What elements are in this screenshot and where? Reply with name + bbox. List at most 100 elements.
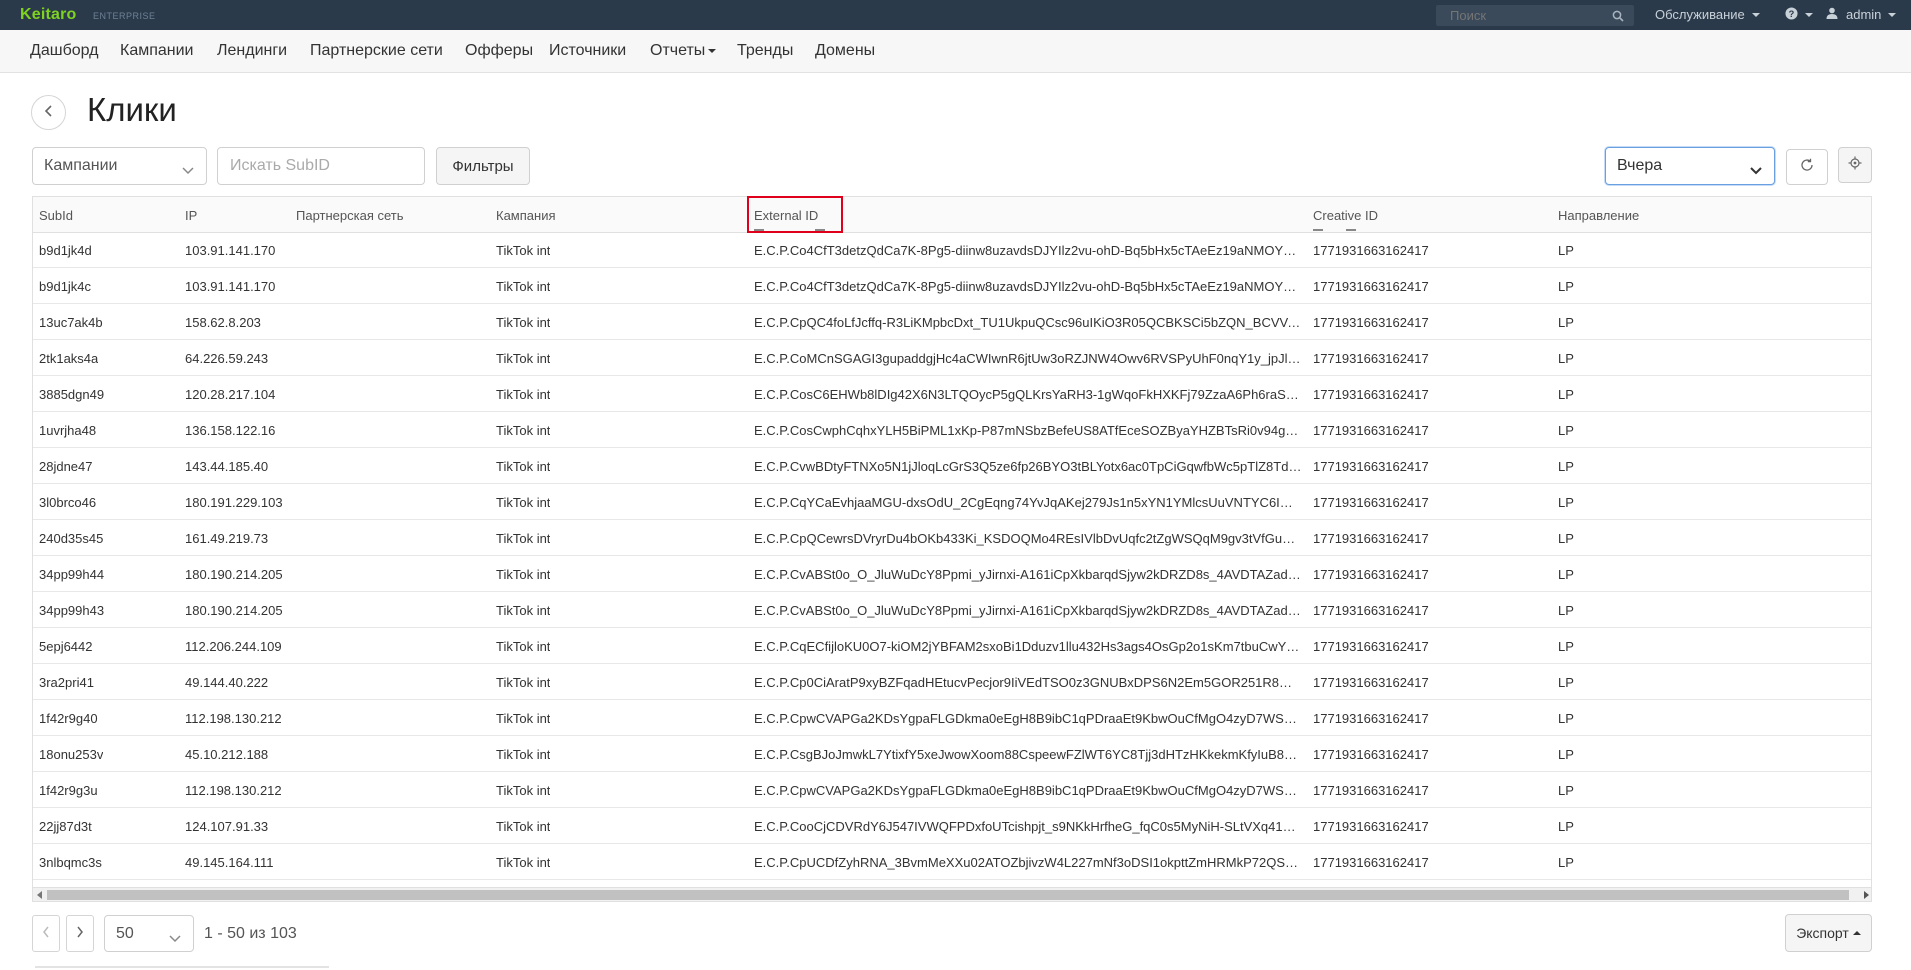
table-header: SubId IP Партнерская сеть Кампания Exter… xyxy=(33,197,1871,233)
nav-trends[interactable]: Тренды xyxy=(737,42,793,60)
cell-subid: 34pp99h44 xyxy=(39,567,105,582)
table-row[interactable]: 13uc7ak4b 158.62.8.203 TikTok int E.C.P.CpQ… xyxy=(33,304,1871,340)
campaigns-select-value: Кампании xyxy=(44,157,118,174)
table-row[interactable]: 3885dgn49 120.28.217.104 TikTok int E.C.P.C… xyxy=(33,376,1871,412)
cell-campaign: TikTok int xyxy=(496,855,551,870)
subid-search-input[interactable] xyxy=(218,148,424,184)
cell-external-id: E.C.P.CqYCaEvhjaaMGU-dxsOdU_2CgEqng74YvJ… xyxy=(754,495,1302,510)
horizontal-scrollbar[interactable] xyxy=(33,887,1871,901)
cell-creative-id: 1771931663162417 xyxy=(1313,495,1429,510)
cell-ip: 45.10.212.188 xyxy=(185,747,269,762)
global-search-input[interactable] xyxy=(1436,5,1606,26)
cell-direction: LP xyxy=(1558,819,1574,834)
filters-button[interactable]: Фильтры xyxy=(436,147,530,185)
table-row[interactable]: 5epj6442 112.206.244.109 TikTok int E.C.P.C… xyxy=(33,628,1871,664)
cell-direction: LP xyxy=(1558,675,1574,690)
table-row[interactable]: 28jdne47 143.44.185.40 TikTok int E.C.P.Cvw… xyxy=(33,448,1871,484)
search-icon[interactable] xyxy=(1612,9,1624,27)
nav-affiliate-networks[interactable]: Партнерские сети xyxy=(310,42,443,60)
settings-icon xyxy=(1848,156,1862,174)
brand-logo[interactable]: Keitaro xyxy=(20,6,77,24)
cell-creative-id: 1771931663162417 xyxy=(1313,783,1429,798)
nav-domains[interactable]: Домены xyxy=(815,42,875,60)
table-row[interactable]: 2tk1aks4a 64.226.59.243 TikTok int E.C.P.Co… xyxy=(33,340,1871,376)
cell-subid: 34pp99h43 xyxy=(39,603,105,618)
col-direction[interactable]: Направление xyxy=(1558,208,1639,223)
cell-external-id: E.C.P.CosC6EHWb8lDIg42X6N3LTQOycP5gQLKrs… xyxy=(754,387,1302,402)
help-menu[interactable]: ? xyxy=(1785,7,1813,23)
table-row[interactable]: 3ra2pri41 49.144.40.222 TikTok int E.C.P.Cp… xyxy=(33,664,1871,700)
table-row[interactable]: 34pp99h44 180.190.214.205 TikTok int E.C.P.… xyxy=(33,556,1871,592)
user-menu[interactable]: admin xyxy=(1826,7,1897,22)
scroll-right-icon[interactable] xyxy=(1864,891,1869,899)
table-row[interactable]: 18onu253v 45.10.212.188 TikTok int E.C.P.Cs… xyxy=(33,736,1871,772)
cell-subid: 3ra2pri41 xyxy=(39,675,94,690)
table-row[interactable]: 22jj87d3t 124.107.91.33 TikTok int E.C.P.Co… xyxy=(33,808,1871,844)
nav-campaigns[interactable]: Кампании xyxy=(120,42,194,60)
cell-external-id: E.C.P.CpUCDfZyhRNA_3BvmMeXXu02ATOZbjivzW… xyxy=(754,855,1302,870)
subid-search[interactable] xyxy=(217,147,425,185)
table-row[interactable]: 1f42r9g3u 112.198.130.212 TikTok int E.C.P.… xyxy=(33,772,1871,808)
columns-settings-button[interactable] xyxy=(1838,147,1872,183)
table-row[interactable]: 240d35s45 161.49.219.73 TikTok int E.C.P.Cp… xyxy=(33,520,1871,556)
cell-campaign: TikTok int xyxy=(496,351,551,366)
cell-creative-id: 1771931663162417 xyxy=(1313,855,1429,870)
export-button[interactable]: Экспорт xyxy=(1785,914,1872,952)
cell-external-id: E.C.P.Co4CfT3detzQdCa7K-8Pg5-diinw8uzavd… xyxy=(754,243,1302,258)
table-row[interactable]: 1f42r9g40 112.198.130.212 TikTok int E.C.P.… xyxy=(33,700,1871,736)
cell-direction: LP xyxy=(1558,531,1574,546)
nav-offers[interactable]: Офферы xyxy=(465,42,533,60)
cell-ip: 158.62.8.203 xyxy=(185,315,261,330)
cell-creative-id: 1771931663162417 xyxy=(1313,423,1429,438)
next-page-button[interactable] xyxy=(66,915,94,952)
col-subid[interactable]: SubId xyxy=(39,208,73,223)
cell-direction: LP xyxy=(1558,495,1574,510)
nav-dashboard[interactable]: Дашборд xyxy=(30,42,99,60)
cell-subid: 5epj6442 xyxy=(39,639,93,654)
cell-ip: 180.190.214.205 xyxy=(185,603,283,618)
scrollbar-thumb[interactable] xyxy=(47,890,1849,900)
table-row[interactable]: 3l0brco46 180.191.229.103 TikTok int E.C.P.… xyxy=(33,484,1871,520)
cell-subid: 1uvrjha48 xyxy=(39,423,97,438)
refresh-button[interactable] xyxy=(1786,149,1828,185)
divider xyxy=(35,966,329,968)
col-creative-id[interactable]: Creative ID xyxy=(1313,208,1378,223)
nav-reports[interactable]: Отчеты xyxy=(650,42,717,60)
col-ip[interactable]: IP xyxy=(185,208,197,223)
cell-direction: LP xyxy=(1558,315,1574,330)
chevron-right-icon xyxy=(76,925,84,943)
table-row[interactable]: b9d1jk4c 103.91.141.170 TikTok int E.C.P.Co… xyxy=(33,268,1871,304)
refresh-icon xyxy=(1800,158,1814,176)
service-menu[interactable]: Обслуживание xyxy=(1655,7,1760,22)
cell-creative-id: 1771931663162417 xyxy=(1313,747,1429,762)
cell-ip: 103.91.141.170 xyxy=(185,243,276,258)
global-search[interactable] xyxy=(1436,5,1634,26)
campaigns-select[interactable]: Кампании xyxy=(32,147,207,185)
table-row[interactable]: b9d1jk4d 103.91.141.170 TikTok int E.C.P.Co… xyxy=(33,232,1871,268)
nav-sources[interactable]: Источники xyxy=(549,42,626,60)
edition-label: ENTERPRISE xyxy=(93,11,156,21)
cell-ip: 180.190.214.205 xyxy=(185,567,283,582)
external-id-highlight xyxy=(747,196,843,233)
chevron-down-icon xyxy=(1750,162,1762,180)
per-page-select[interactable]: 50 xyxy=(104,915,194,952)
date-range-select[interactable]: Вчера xyxy=(1605,147,1775,185)
col-campaign[interactable]: Кампания xyxy=(496,208,556,223)
prev-page-button[interactable] xyxy=(32,915,60,952)
back-button[interactable] xyxy=(31,95,66,130)
cell-subid: 2tk1aks4a xyxy=(39,351,99,366)
table-row[interactable]: 34pp99h43 180.190.214.205 TikTok int E.C.P.… xyxy=(33,592,1871,628)
cell-direction: LP xyxy=(1558,639,1574,654)
table-row[interactable]: 1uvrjha48 136.158.122.16 TikTok int E.C.P.C… xyxy=(33,412,1871,448)
col-affiliate-network[interactable]: Партнерская сеть xyxy=(296,208,404,223)
cell-campaign: TikTok int xyxy=(496,783,551,798)
sort-indicator xyxy=(1346,229,1356,231)
cell-creative-id: 1771931663162417 xyxy=(1313,351,1429,366)
table-row[interactable]: 3nlbqmc3s 49.145.164.111 TikTok int E.C.P.C… xyxy=(33,844,1871,880)
cell-direction: LP xyxy=(1558,783,1574,798)
main-nav: Дашборд Кампании Лендинги Партнерские се… xyxy=(0,30,1911,73)
cell-external-id: E.C.P.CpwCVAPGa2KDsYgpaFLGDkma0eEgH8B9ib… xyxy=(754,783,1302,798)
service-menu-label: Обслуживание xyxy=(1655,7,1745,22)
nav-landings[interactable]: Лендинги xyxy=(217,42,287,60)
scroll-left-icon[interactable] xyxy=(37,891,42,899)
